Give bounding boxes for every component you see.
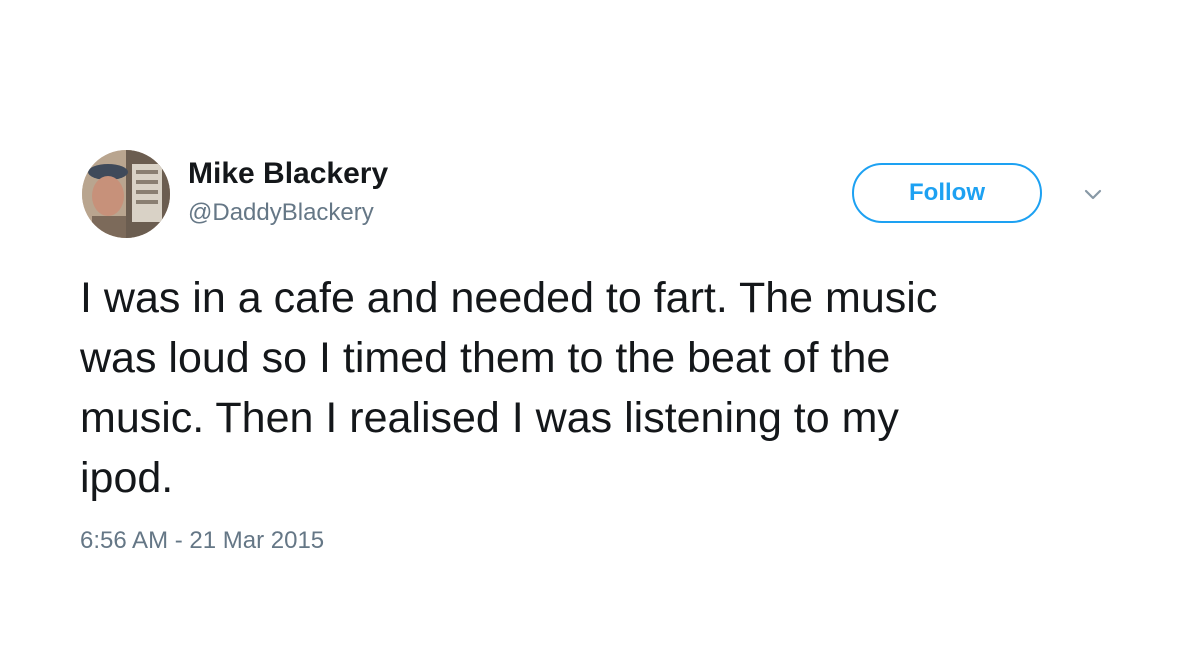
follow-button[interactable]: Follow (852, 163, 1042, 223)
avatar[interactable] (82, 150, 170, 238)
avatar-image (82, 150, 170, 238)
chevron-down-icon[interactable] (1078, 180, 1108, 210)
author-display-name[interactable]: Mike Blackery (188, 156, 388, 192)
tweet-card: Mike Blackery @DaddyBlackery Follow I wa… (0, 0, 1200, 656)
tweet-text-line: music. Then I realised I was listening t… (80, 394, 899, 442)
author-handle[interactable]: @DaddyBlackery (188, 198, 374, 228)
tweet-text-line: was loud so I timed them to the beat of … (80, 334, 891, 382)
tweet-text-line: ipod. (80, 454, 174, 502)
tweet-timestamp[interactable]: 6:56 AM - 21 Mar 2015 (80, 526, 324, 556)
tweet-text-line: I was in a cafe and needed to fart. The … (80, 274, 938, 322)
tweet-text: I was in a cafe and needed to fart. The … (80, 268, 1140, 508)
